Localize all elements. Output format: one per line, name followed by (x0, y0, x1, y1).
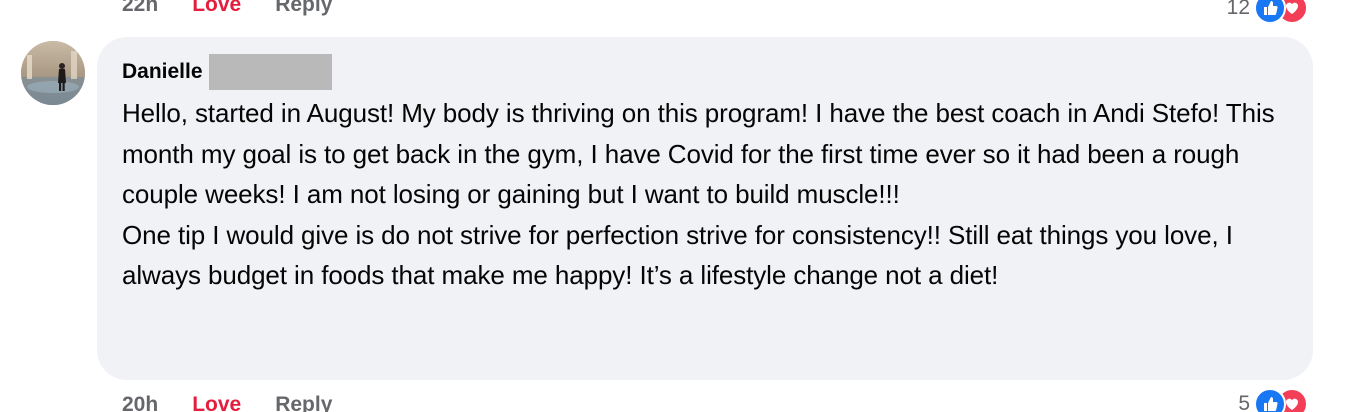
reply-button[interactable]: Reply (275, 393, 332, 412)
like-icon (1254, 388, 1286, 412)
previous-comment-reply-button[interactable]: Reply (275, 0, 332, 17)
comment-paragraph: One tip I would give is do not strive fo… (122, 219, 1233, 291)
comment-reactions[interactable]: 5 (1238, 387, 1308, 412)
comment-author-name[interactable]: Danielle (122, 60, 203, 84)
love-button[interactable]: Love (192, 393, 241, 412)
comment-author-row: Danielle (122, 54, 1287, 90)
comment-reaction-count: 5 (1238, 392, 1250, 412)
previous-comment-reactions[interactable]: 12 (1227, 0, 1308, 25)
comment-body: Hello, started in August! My body is thr… (122, 93, 1287, 296)
redacted-surname (208, 54, 332, 90)
comment-paragraph: Hello, started in August! My body is thr… (122, 98, 1275, 209)
comment-bubble: Danielle Hello, started in August! My bo… (97, 37, 1313, 380)
previous-comment-time[interactable]: 22h (122, 0, 158, 17)
comment-actions: 20h Love Reply (122, 393, 332, 412)
avatar[interactable] (21, 41, 85, 105)
previous-comment-reaction-count: 12 (1226, 0, 1250, 19)
previous-comment-love-button[interactable]: Love (192, 0, 241, 17)
previous-comment-actions: 22h Love Reply (122, 0, 332, 17)
comment-thread: 22h Love Reply 12 Danielle Hello, starte… (0, 0, 1362, 412)
comment-time[interactable]: 20h (122, 393, 158, 412)
